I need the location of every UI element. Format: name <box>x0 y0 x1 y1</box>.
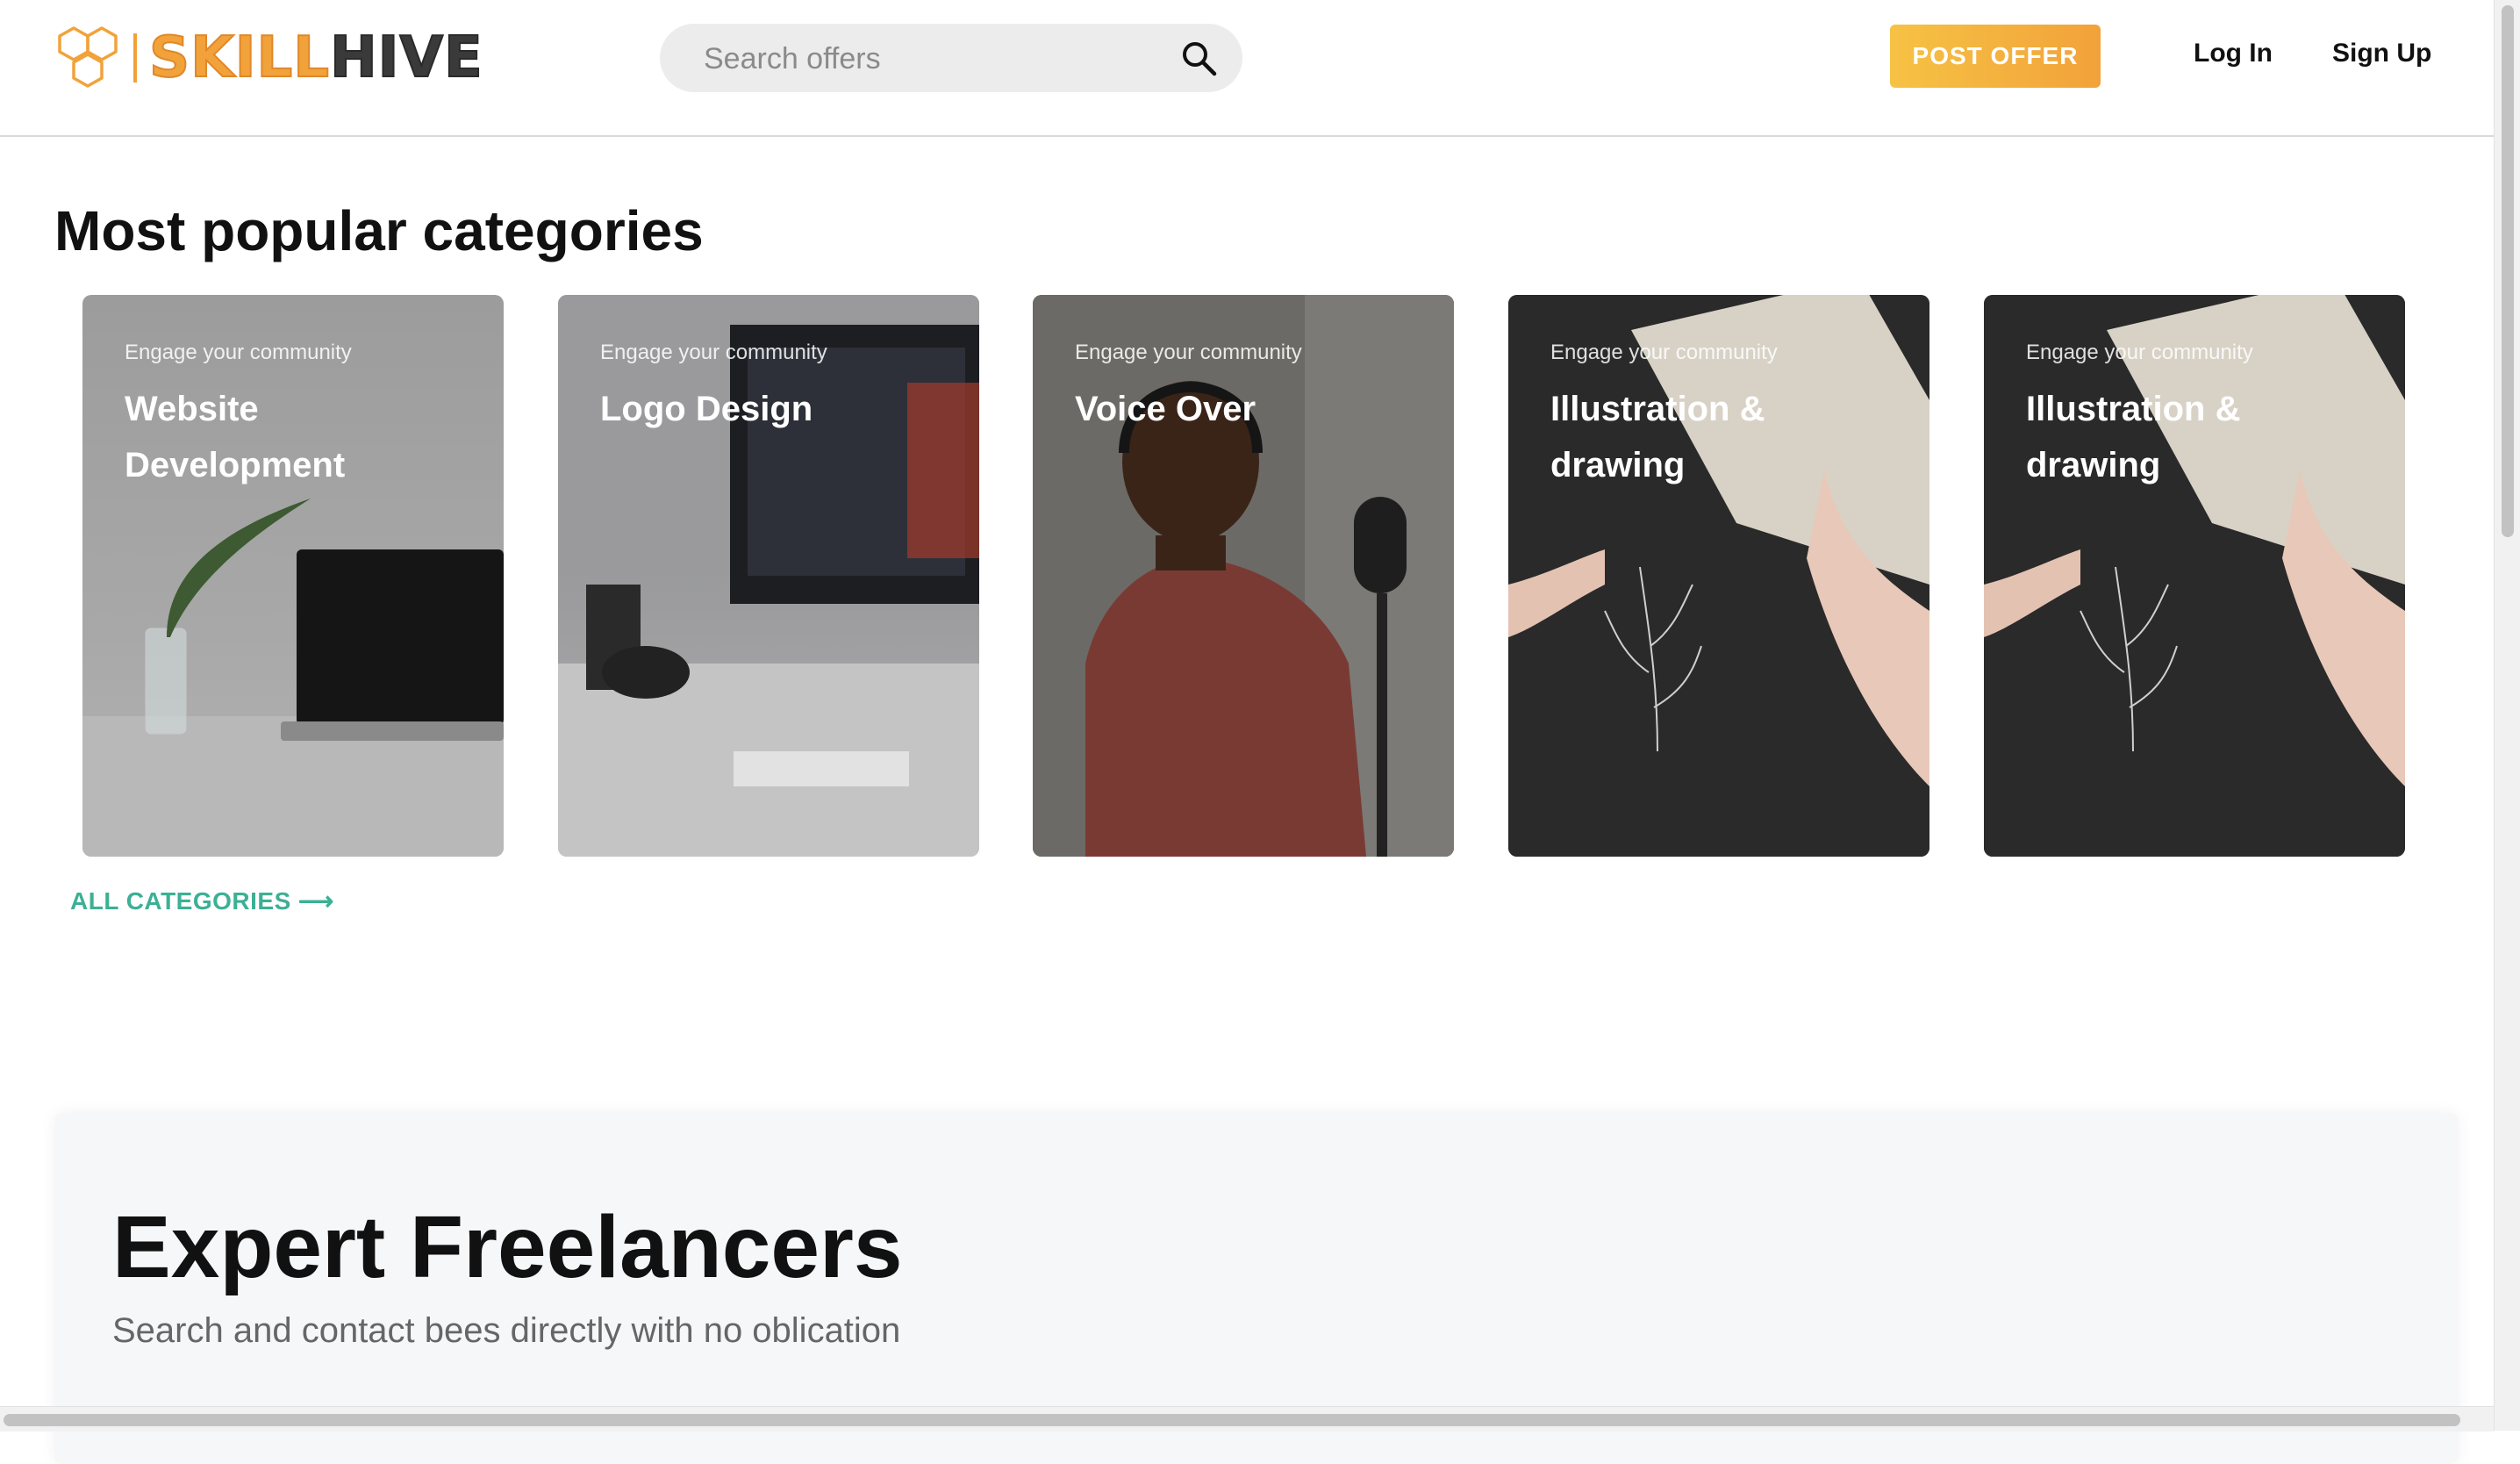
card-title: Illustration & drawing <box>2026 390 2241 484</box>
search-bar <box>660 24 1242 94</box>
category-image <box>1033 295 1454 857</box>
horizontal-scrollbar[interactable] <box>0 1406 2494 1432</box>
card-overline: Engage your community <box>1075 341 1302 364</box>
search-icon[interactable] <box>1179 39 1218 77</box>
post-offer-button[interactable]: POST OFFER <box>1890 25 2101 88</box>
card-overline: Engage your community <box>2026 341 2253 364</box>
card-title: Voice Over <box>1075 390 1256 428</box>
card-overline: Engage your community <box>125 341 352 364</box>
skillhive-logo[interactable]: SKILLHIVE <box>54 25 483 91</box>
card-title: Website Development <box>125 390 346 484</box>
card-title: Logo Design <box>600 390 813 428</box>
login-link[interactable]: Log In <box>2194 39 2273 68</box>
card-title: Illustration & drawing <box>1550 390 1765 484</box>
category-card-illustration-drawing[interactable]: Engage your community Illustration & dra… <box>1508 295 1929 857</box>
logo-wordmark: SKILLHIVE <box>148 29 483 87</box>
search-input[interactable] <box>702 24 1179 94</box>
experts-subtitle: Search and contact bees directly with no… <box>112 1311 901 1350</box>
horizontal-scrollbar-thumb[interactable] <box>4 1414 2460 1426</box>
section-title-categories: Most popular categories <box>54 199 704 262</box>
category-image <box>1508 295 1929 857</box>
all-categories-link[interactable]: ALL CATEGORIES ⟶ <box>70 886 334 915</box>
logo-text-hive: HIVE <box>329 25 483 90</box>
category-card-voice-over[interactable]: Engage your community Voice Over <box>1033 295 1454 857</box>
vertical-scrollbar[interactable] <box>2494 0 2520 1431</box>
category-card-website-development[interactable]: Engage your community Website Developmen… <box>82 295 504 857</box>
hexagon-logo-icon <box>58 26 118 88</box>
logo-divider <box>133 33 137 83</box>
signup-link[interactable]: Sign Up <box>2332 39 2431 68</box>
category-image <box>82 499 504 857</box>
top-navbar: SKILLHIVE POST OFFER Log In Sign Up <box>0 0 2494 137</box>
experts-title: Expert Freelancers <box>112 1198 903 1296</box>
category-image <box>558 295 979 857</box>
vertical-scrollbar-thumb[interactable] <box>2502 5 2514 537</box>
logo-text-skill: SKILL <box>148 25 331 90</box>
category-card-logo-design[interactable]: Engage your community Logo Design <box>558 295 979 857</box>
card-overline: Engage your community <box>600 341 827 364</box>
category-image <box>1984 295 2405 857</box>
category-card-illustration-drawing-2[interactable]: Engage your community Illustration & dra… <box>1984 295 2405 857</box>
card-overline: Engage your community <box>1550 341 1778 364</box>
